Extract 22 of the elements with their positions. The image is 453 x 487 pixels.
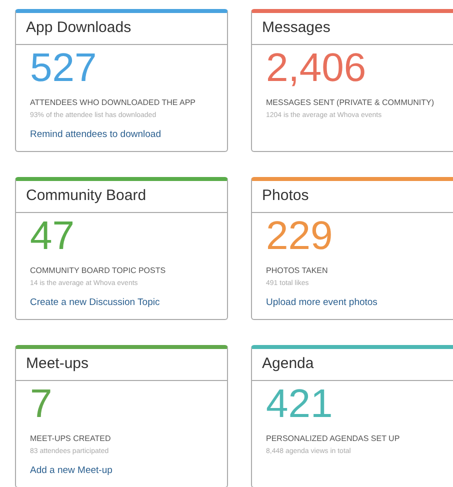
card-title: App Downloads bbox=[16, 13, 227, 44]
card-title: Agenda bbox=[252, 349, 453, 380]
stat-caption: MESSAGES SENT (PRIVATE & COMMUNITY) bbox=[266, 96, 436, 108]
stat-value: 421 bbox=[266, 382, 334, 424]
card-title: Messages bbox=[252, 13, 453, 44]
stat-value: 47 bbox=[30, 214, 76, 256]
stat-value: 527 bbox=[30, 46, 98, 88]
stat-caption: PERSONALIZED AGENDAS SET UP bbox=[266, 432, 401, 444]
stat-value: 7 bbox=[30, 382, 54, 424]
stat-caption: MEET-UPS CREATED bbox=[30, 432, 112, 444]
action-link[interactable]: Upload more event photos bbox=[266, 296, 378, 310]
stat-value: 2,406 bbox=[266, 46, 368, 88]
action-link[interactable]: Add a new Meet-up bbox=[30, 464, 112, 478]
stat-caption: ATTENDEES WHO DOWNLOADED THE APP bbox=[30, 96, 197, 108]
stat-caption: PHOTOS TAKEN bbox=[266, 264, 329, 276]
action-link[interactable]: Remind attendees to download bbox=[30, 128, 161, 142]
card-title: Community Board bbox=[16, 181, 227, 212]
stat-value: 229 bbox=[266, 214, 334, 256]
action-link[interactable]: Create a new Discussion Topic bbox=[30, 296, 160, 310]
card-title: Meet-ups bbox=[16, 349, 227, 380]
card-title: Photos bbox=[252, 181, 453, 212]
stat-caption: COMMUNITY BOARD TOPIC POSTS bbox=[30, 264, 167, 276]
